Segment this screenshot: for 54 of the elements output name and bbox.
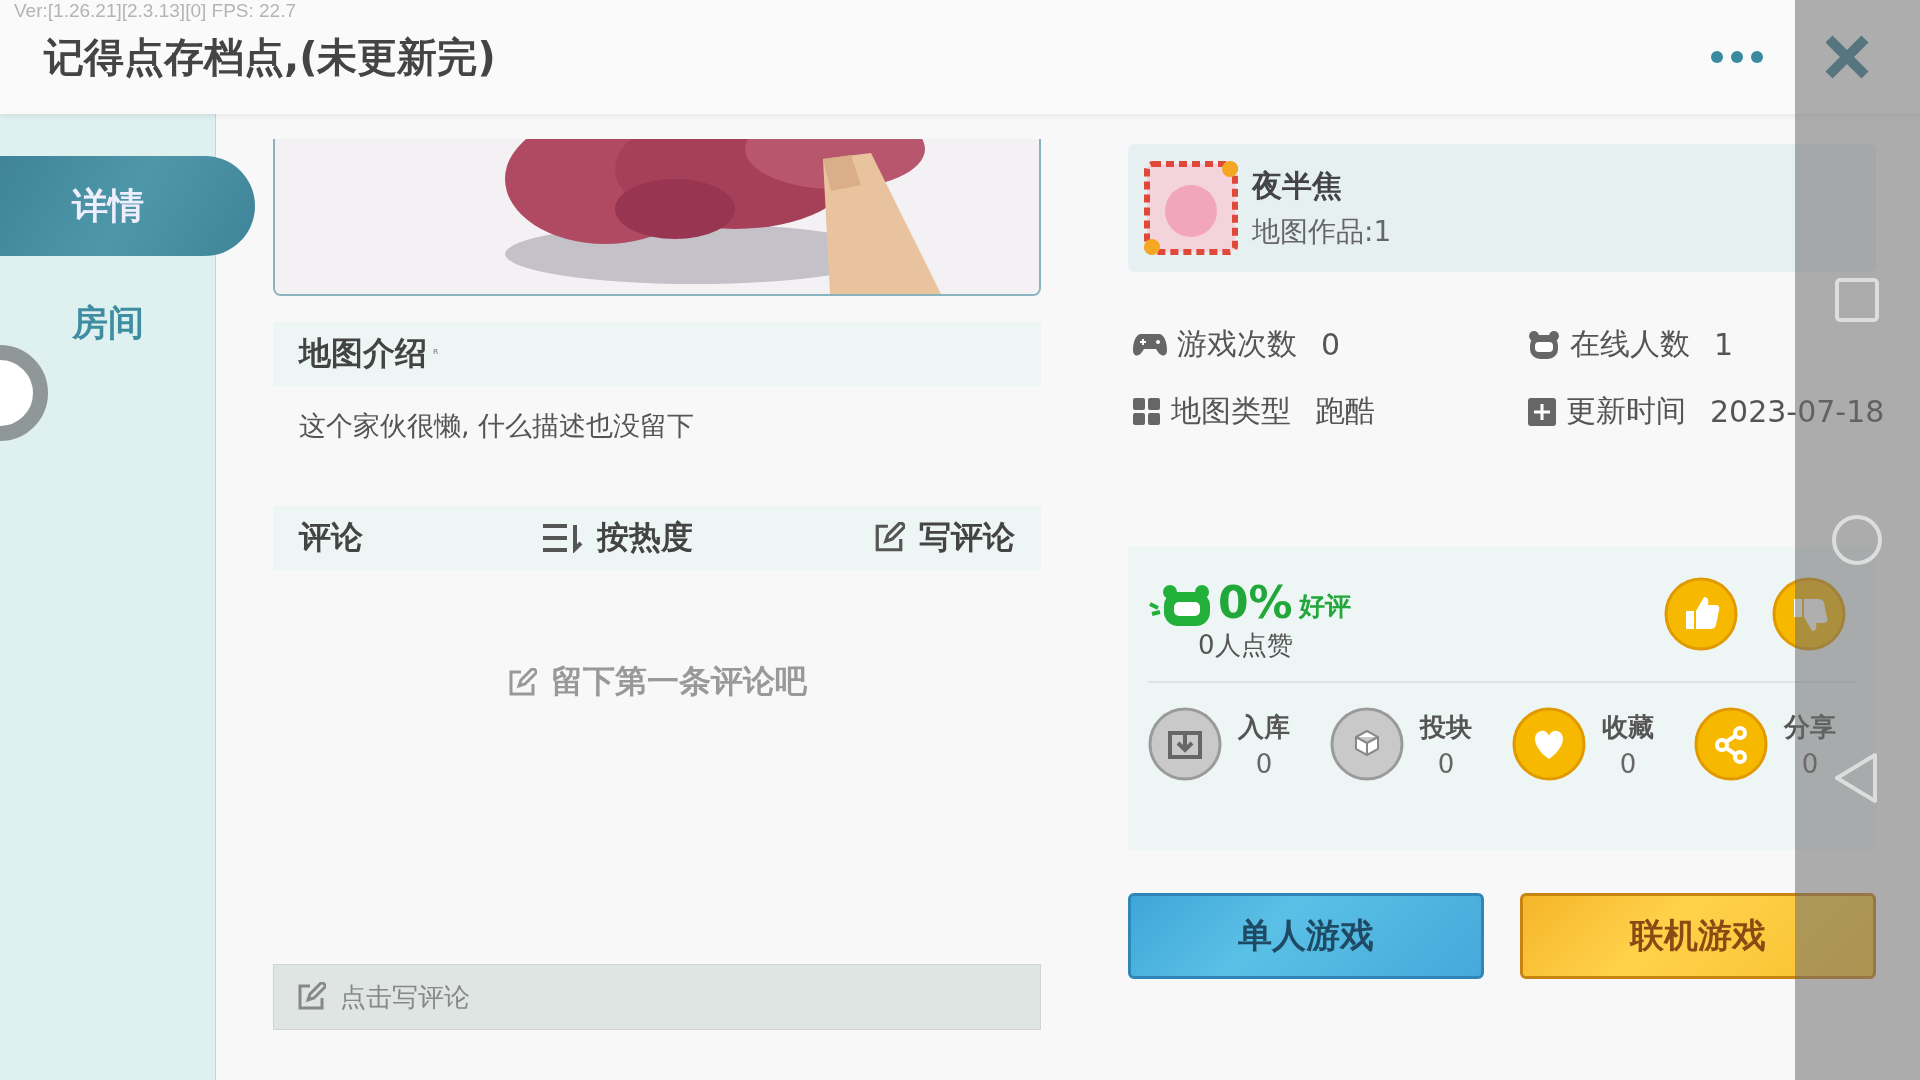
download-icon[interactable] [1148, 707, 1222, 781]
recents-icon[interactable] [1835, 278, 1879, 322]
stat-value: 跑酷 [1315, 392, 1375, 430]
gamepad-icon [1133, 331, 1167, 358]
stat-value: 0 [1321, 327, 1341, 362]
version-text: Ver:[1.26.21][2.3.13][0] FPS: 22.7 [14, 0, 297, 22]
more-icon[interactable] [1710, 50, 1764, 64]
action-count: 0 [1801, 748, 1819, 779]
robot-icon [1148, 584, 1212, 628]
mark-text: ᴿ [433, 347, 439, 361]
edit-icon [873, 522, 905, 554]
cube-icon[interactable] [1330, 707, 1404, 781]
close-icon[interactable] [1824, 34, 1870, 80]
action-label: 收藏 [1602, 710, 1654, 744]
stat-value: 1 [1714, 327, 1734, 362]
sort-icon [543, 523, 583, 553]
rating-percent: 0% [1218, 577, 1293, 628]
comments-title: 评论 [299, 517, 363, 558]
play-button[interactable]: 联机游戏 [1520, 893, 1876, 979]
edit-icon [507, 668, 537, 698]
rating-label: 好评 [1298, 590, 1351, 623]
avatar-icon [1144, 161, 1238, 255]
author-name: 夜半焦 [1252, 166, 1343, 205]
stat-label: 游戏次数 [1177, 325, 1297, 363]
window-title: 记得点存档点,(未更新完) [44, 32, 497, 82]
author-card[interactable]: 夜半焦 地图作品:1 [1128, 144, 1876, 272]
section-title: 地图介绍 [299, 333, 427, 374]
home-icon[interactable] [1831, 514, 1883, 566]
author-works: 地图作品:1 [1252, 213, 1392, 250]
share-icon[interactable] [1694, 707, 1768, 781]
sidebar-tab[interactable]: 房间 [71, 298, 144, 348]
action-count: 0 [1619, 748, 1637, 779]
back-icon[interactable] [1833, 752, 1879, 804]
thumbs-up-icon[interactable] [1664, 577, 1738, 651]
action-count: 0 [1255, 748, 1273, 779]
plus-icon [1528, 397, 1556, 426]
sidebar-tab[interactable]: 详情 [0, 156, 255, 256]
edit-icon [296, 982, 326, 1012]
robot-icon [1528, 329, 1560, 360]
stat-label: 地图类型 [1171, 392, 1291, 430]
likes-count: 0人点赞 [1198, 629, 1294, 662]
action-label: 入库 [1238, 710, 1290, 744]
empty-comments-prompt[interactable]: 留下第一条评论吧 [507, 660, 807, 964]
action-label: 投块 [1420, 710, 1472, 744]
stat-label: 在线人数 [1570, 325, 1690, 363]
comment-input-field[interactable]: 点击写评论 [273, 964, 1041, 1030]
play-button[interactable]: 单人游戏 [1128, 893, 1484, 979]
write-comment-button[interactable]: 写评论 [873, 516, 1015, 560]
sort-button[interactable]: 按热度 [543, 516, 693, 560]
stat-label: 更新时间 [1566, 392, 1686, 430]
thumbs-down-icon[interactable] [1772, 577, 1846, 651]
action-count: 0 [1437, 748, 1455, 779]
description-text: 这个家伙很懒, 什么描述也没留下 [298, 409, 696, 443]
grid-icon [1133, 397, 1161, 426]
